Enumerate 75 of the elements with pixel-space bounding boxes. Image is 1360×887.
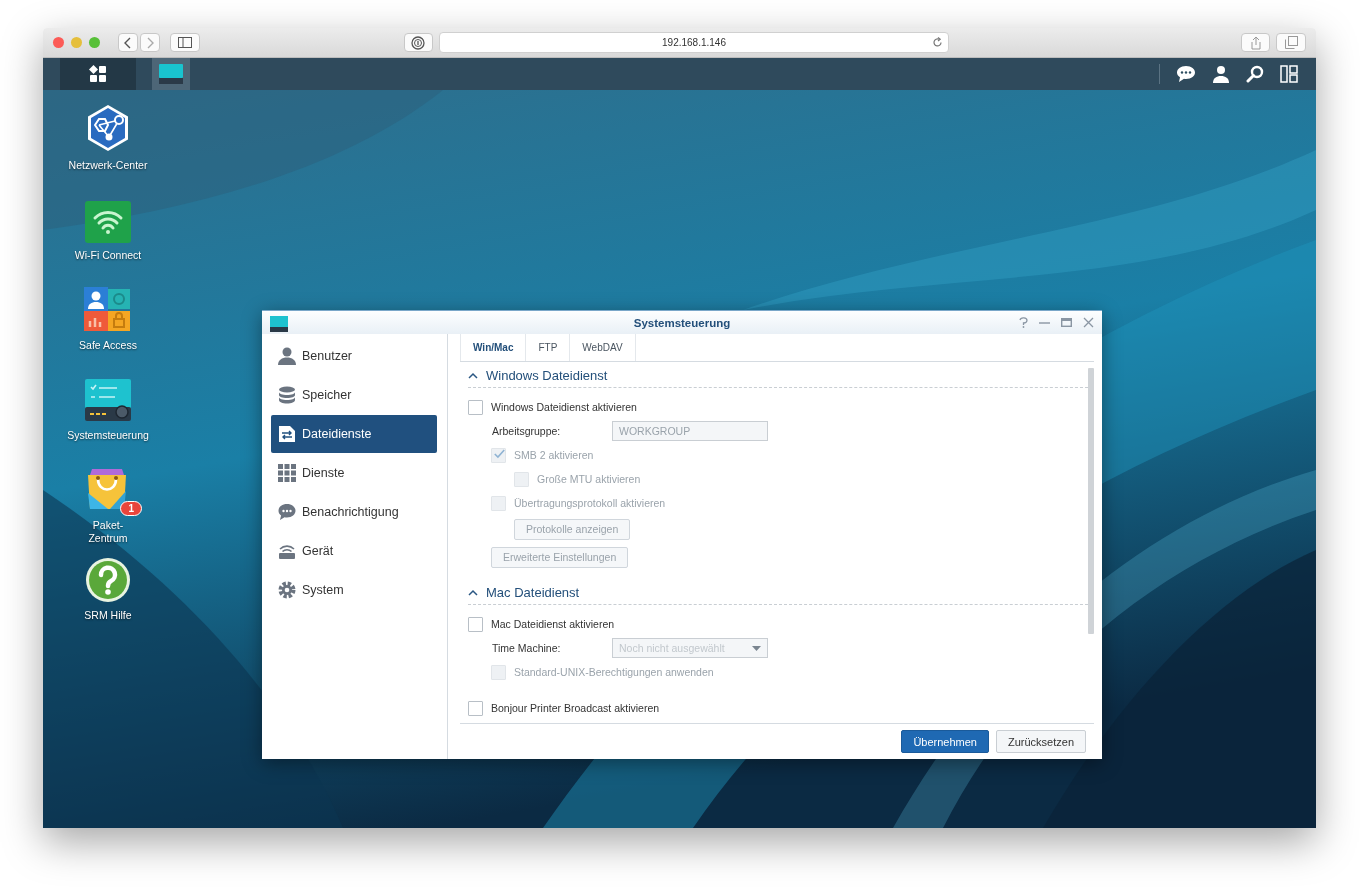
maximize-icon[interactable] [1061,317,1072,328]
sidebar-item[interactable]: Benachrichtigung [271,493,437,531]
desktop-icon-label[interactable]: Safe Access [79,339,137,353]
field-label: Arbeitsgruppe: [491,425,562,437]
apply-button[interactable]: Übernehmen [901,730,989,753]
checkbox[interactable] [468,399,483,415]
tab[interactable]: FTP [525,334,570,361]
safe-access-icon[interactable] [84,287,132,333]
sidebar-item[interactable]: Dateidienste [271,415,437,453]
checkbox-label: Windows Dateidienst aktivieren [491,401,637,413]
window-title: Systemsteuerung [633,316,731,329]
checkbox-label: Übertragungsprotokoll aktivieren [514,497,666,509]
database-icon [278,386,296,404]
address-bar[interactable]: 192.168.1.146 [439,32,949,53]
help-icon[interactable] [85,557,131,603]
search-icon[interactable] [1246,65,1264,83]
close-window-button[interactable] [53,37,64,48]
desktop-icon-label[interactable]: SRM Hilfe [84,609,132,623]
field-label: Time Machine: [491,642,562,654]
reload-icon[interactable] [931,37,943,48]
input-field: WORKGROUP [612,421,768,441]
file-transfer-icon [278,425,296,443]
wifi-icon[interactable] [85,201,131,243]
sidebar-item[interactable]: Dienste [271,454,437,492]
settings-button: Erweiterte Einstellungen [491,546,629,568]
checkbox-label: Standard-UNIX-Berechtigungen anwenden [514,666,714,678]
gear-icon [278,581,296,599]
desktop-icon-label[interactable]: Wi-Fi Connect [74,249,142,263]
chat-icon[interactable] [1176,65,1196,83]
chevron-icon [468,589,478,596]
tabs-button[interactable] [1276,33,1306,52]
chat-icon [278,503,296,521]
grid-icon [278,464,296,482]
checkbox[interactable] [468,616,483,632]
chevron-icon [468,372,478,379]
tab[interactable]: WebDAV [569,334,636,361]
main-menu-button[interactable] [60,58,136,90]
caret-icon [752,645,761,651]
user-icon [278,347,296,365]
section-header[interactable]: Windows Dateidienst [468,368,1088,388]
close-icon[interactable] [1083,317,1094,328]
reset-button[interactable]: Zurücksetzen [995,730,1086,753]
control-panel-taskbar-button[interactable] [152,58,190,90]
privacy-icon [411,35,426,50]
control-panel-icon [159,64,183,84]
desktop-icon-label[interactable]: Systemsteuerung [67,429,149,443]
control-panel-icon [270,315,288,332]
tabs-icon [1284,36,1298,49]
sidebar-item[interactable]: System [271,571,437,609]
checkbox-label: Bonjour Printer Broadcast aktivieren [491,702,660,714]
chevron-right-icon [146,36,154,49]
desktop-icon-label[interactable]: Paket- Zentrum [88,519,128,546]
sidebar-button[interactable] [170,33,200,52]
privacy-button[interactable] [403,33,434,52]
router-icon [278,542,296,560]
sidebar-item[interactable]: Benutzer [271,337,437,375]
app-grid-icon [89,65,107,83]
user-icon[interactable] [1212,65,1230,83]
checkbox-label: Mac Dateidienst aktivieren [491,618,615,630]
settings-button: Protokolle anzeigen [514,518,631,540]
checkbox-label: SMB 2 aktivieren [514,449,594,461]
checkbox-label: Große MTU aktivieren [537,473,641,485]
back-button[interactable] [118,33,138,52]
tab[interactable]: Win/Mac [460,334,526,361]
section-header[interactable]: Mac Dateidienst [468,585,1088,605]
desktop-icon-label[interactable]: Netzwerk-Center [68,159,148,173]
sidebar-icon [177,37,192,48]
control-panel-icon[interactable] [84,377,132,423]
chevron-left-icon [124,36,132,49]
share-icon [1249,35,1262,50]
sidebar-item[interactable]: Gerät [271,532,437,570]
checkbox[interactable] [468,700,483,716]
sidebar-item[interactable]: Speicher [271,376,437,414]
widgets-icon[interactable] [1280,65,1298,83]
scrollbar-thumb[interactable] [1088,368,1094,634]
